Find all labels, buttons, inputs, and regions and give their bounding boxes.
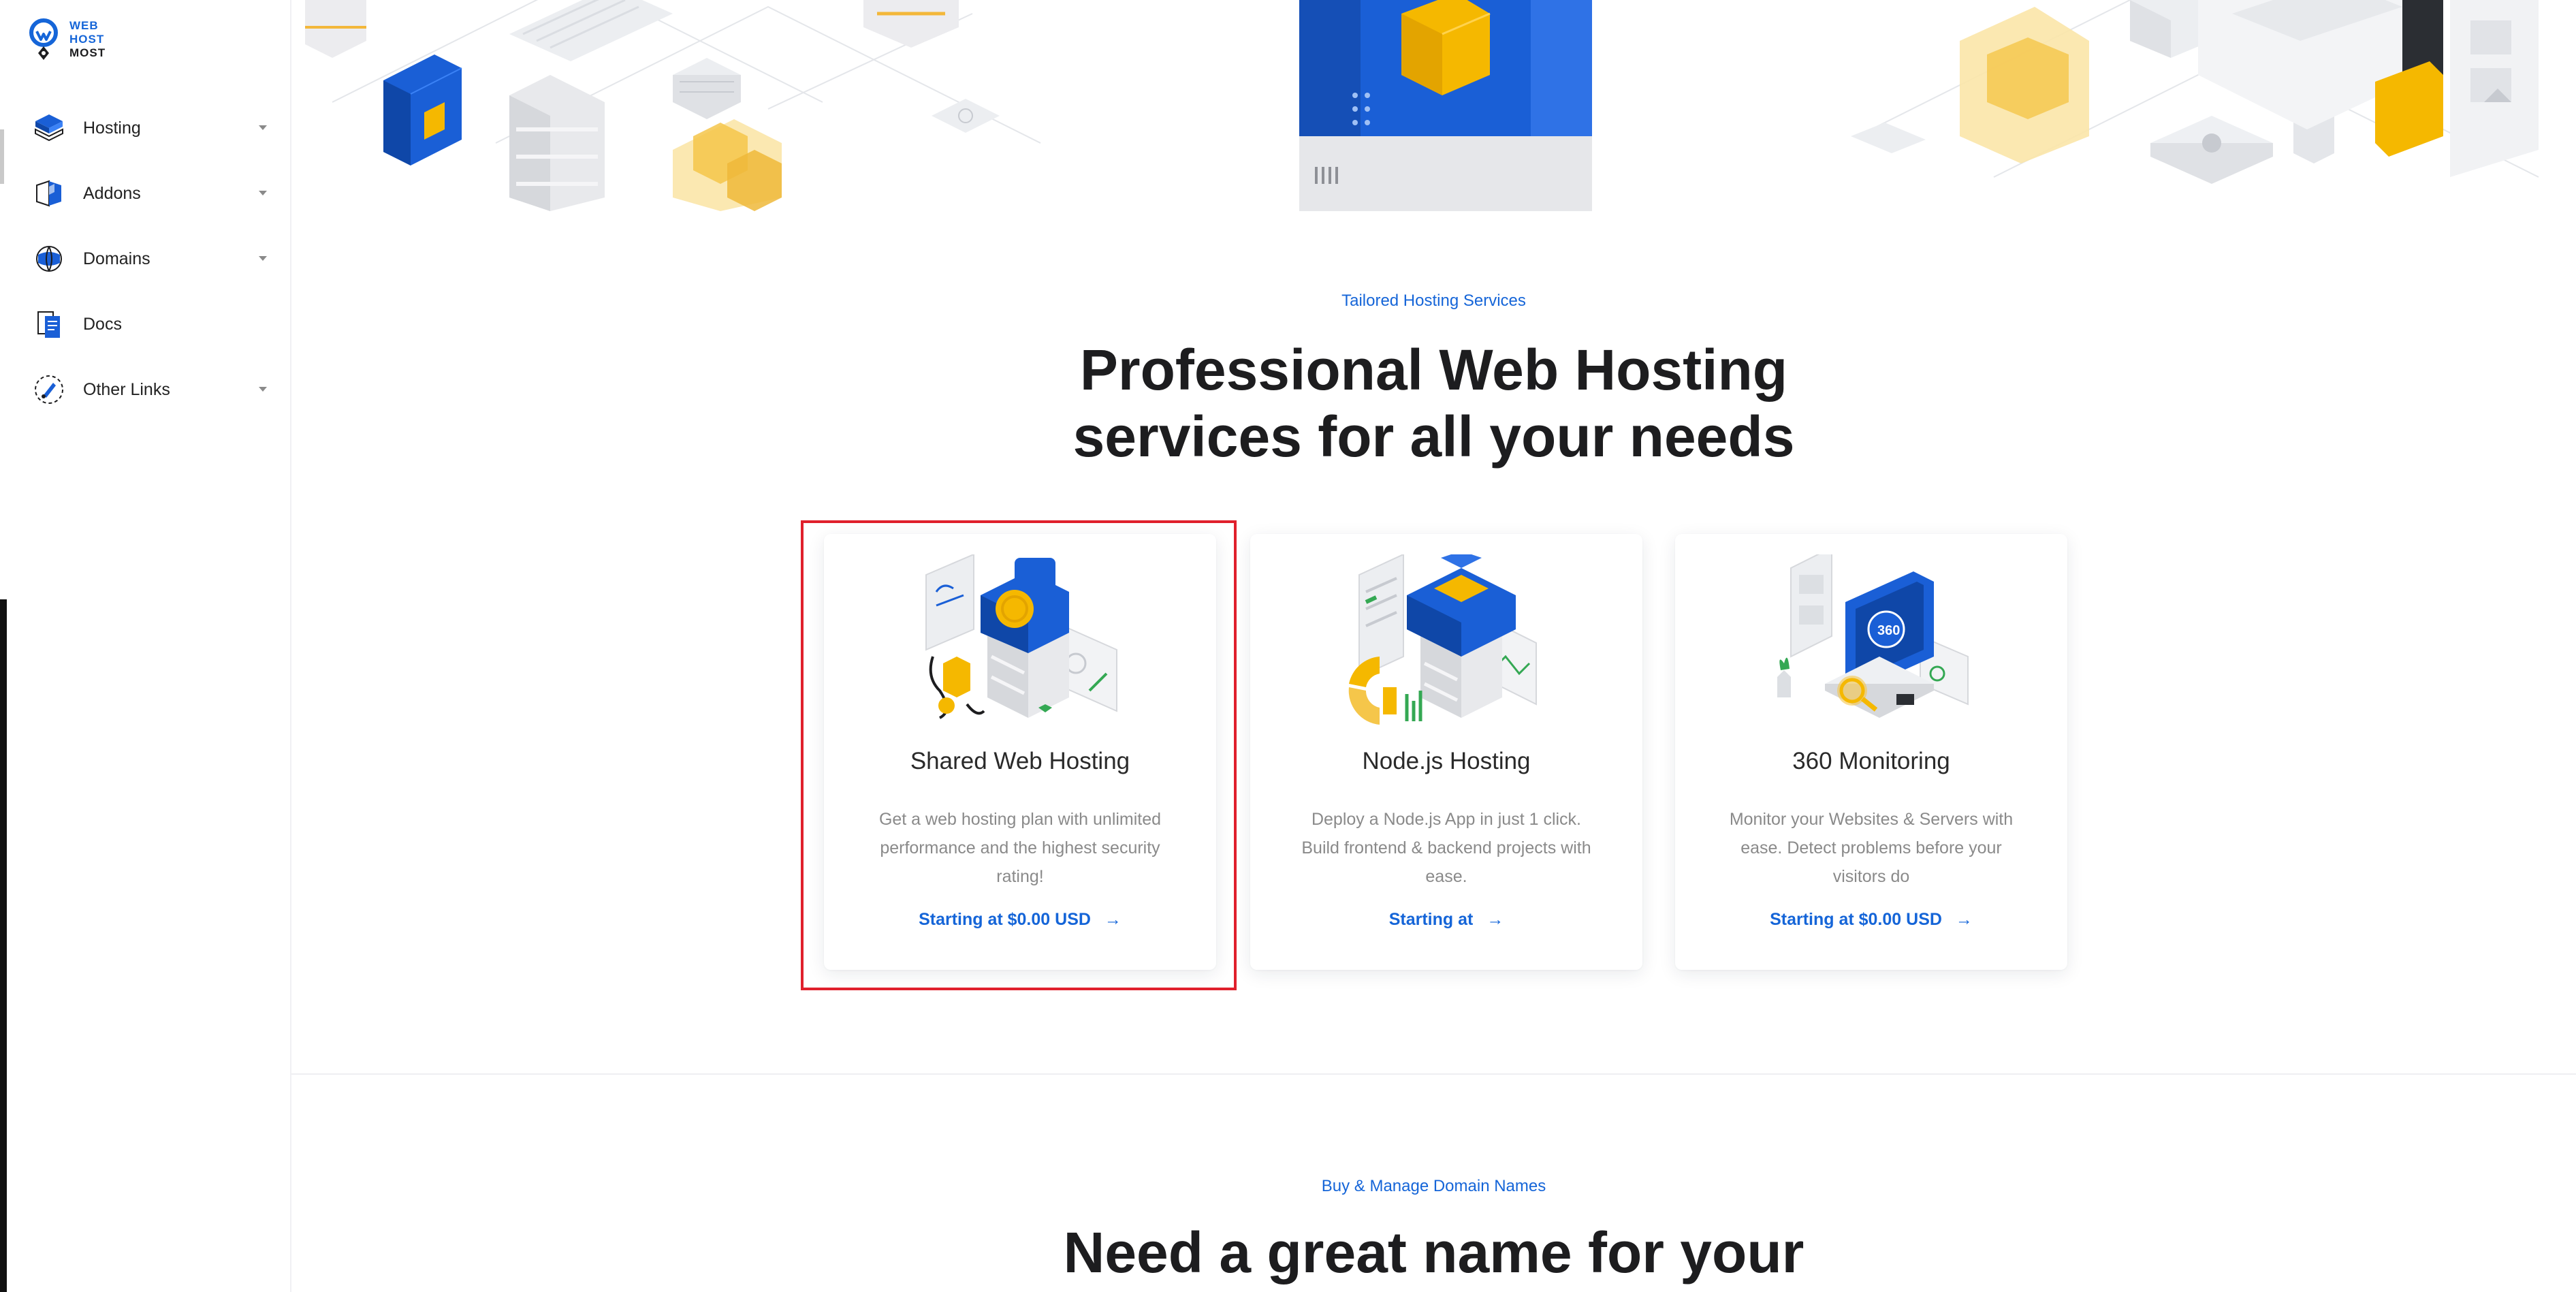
addons-icon — [36, 180, 61, 207]
logo-mark-icon — [29, 18, 58, 60]
svg-text:360: 360 — [1877, 623, 1900, 638]
card-link-label: Starting at $0.00 USD — [1770, 910, 1942, 929]
card-description: Deploy a Node.js App in just 1 click. Bu… — [1301, 810, 1591, 886]
card-pricing-link[interactable]: Starting at $0.00 USD → — [1675, 910, 2067, 930]
hero-left-cluster — [305, 0, 1000, 211]
nodejs-hosting-illustration — [1348, 554, 1537, 725]
other-links-icon — [35, 375, 63, 404]
arrow-right-icon: → — [1486, 910, 1504, 929]
domain-section-headline: Need a great name for your — [1063, 1220, 1804, 1285]
sidebar-item-label: Addons — [83, 183, 141, 203]
card-shared-web-hosting[interactable]: Shared Web Hosting Get a web hosting pla… — [824, 534, 1216, 970]
sidebar-item-domains[interactable]: Domains — [7, 226, 291, 292]
logo-line-1: WEB — [69, 19, 99, 32]
hero-right-cluster — [1851, 0, 2539, 184]
sidebar: WEB HOST MOST Hosting Addons Domains Doc… — [7, 0, 291, 1292]
card-pricing-link[interactable]: Starting at $0.00 USD → — [824, 910, 1216, 930]
sidebar-item-label: Other Links — [83, 379, 170, 399]
shared-hosting-illustration — [925, 554, 1117, 719]
sidebar-item-addons[interactable]: Addons — [7, 161, 291, 226]
sidebar-item-label: Domains — [83, 249, 150, 268]
card-title: 360 Monitoring — [1792, 748, 1950, 774]
logo-line-3: MOST — [69, 46, 106, 59]
headline-line-1: Professional Web Hosting — [1079, 338, 1788, 402]
arrow-right-icon: → — [1955, 910, 1973, 929]
arrow-right-icon: → — [1104, 910, 1122, 929]
card-link-label: Starting at $0.00 USD — [919, 910, 1091, 929]
headline-line-2: services for all your needs — [1072, 405, 1795, 469]
card-title: Shared Web Hosting — [910, 748, 1130, 774]
window-edge — [0, 0, 7, 1292]
domains-icon — [36, 246, 62, 272]
sidebar-item-label: Hosting — [83, 118, 141, 138]
chevron-down-icon[interactable] — [259, 387, 267, 392]
section-divider — [291, 1073, 2576, 1075]
hosting-section-eyebrow: Tailored Hosting Services — [1341, 292, 1526, 310]
chevron-down-icon[interactable] — [259, 125, 267, 130]
hosting-icon — [35, 114, 63, 142]
logo-wordmark: WEB HOST MOST — [69, 19, 106, 60]
docs-icon — [37, 311, 60, 338]
card-360-monitoring[interactable]: 360 360 Monitoring Monitor your Websites… — [1675, 534, 2067, 970]
hero-illustration — [305, 0, 2539, 211]
card-nodejs-hosting[interactable]: Node.js Hosting Deploy a Node.js App in … — [1250, 534, 1642, 970]
card-description: Get a web hosting plan with unlimited pe… — [878, 810, 1162, 886]
card-link-label: Starting at — [1388, 910, 1474, 929]
sidebar-item-other-links[interactable]: Other Links — [7, 357, 291, 422]
main-content: Tailored Hosting Services Professional W… — [291, 0, 2576, 1292]
hosting-section-headline: Professional Web Hosting services for al… — [291, 336, 2576, 470]
sidebar-item-hosting[interactable]: Hosting — [7, 95, 291, 161]
edge-scroll-mark — [0, 129, 4, 184]
card-title: Node.js Hosting — [1362, 748, 1531, 774]
domain-section-eyebrow: Buy & Manage Domain Names — [1321, 1177, 1546, 1195]
chevron-down-icon[interactable] — [259, 191, 267, 195]
hero-center-box — [1299, 0, 1592, 211]
card-pricing-link[interactable]: Starting at → — [1250, 910, 1642, 930]
service-cards: Shared Web Hosting Get a web hosting pla… — [291, 534, 2576, 970]
chevron-down-icon[interactable] — [259, 256, 267, 261]
monitoring-illustration: 360 — [1777, 554, 1969, 718]
sidebar-nav: Hosting Addons Domains Docs Other Links — [7, 95, 291, 422]
edge-dark-panel — [0, 599, 7, 1292]
sidebar-item-label: Docs — [83, 314, 122, 334]
sidebar-item-docs[interactable]: Docs — [7, 292, 291, 357]
site-logo[interactable]: WEB HOST MOST — [27, 16, 163, 64]
logo-line-2: HOST — [69, 33, 105, 46]
card-description: Monitor your Websites & Servers with eas… — [1729, 810, 2014, 886]
